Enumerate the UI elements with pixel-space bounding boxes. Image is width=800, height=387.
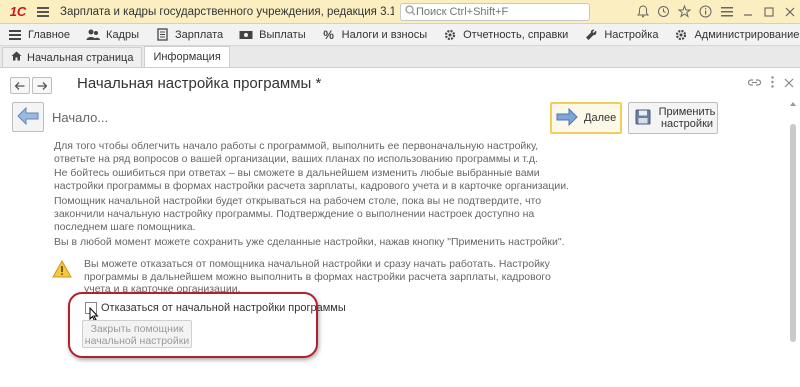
apply-settings-button[interactable]: Применить настройки: [628, 102, 718, 134]
percent-icon: %: [323, 27, 334, 42]
tab-information[interactable]: Информация: [144, 46, 230, 67]
people-icon: [86, 29, 101, 41]
menu-item-reports[interactable]: Отчетность, справки: [435, 24, 576, 46]
main-menu-icon[interactable]: [32, 1, 54, 23]
home-icon: [11, 51, 22, 64]
menu-item-administration[interactable]: Администрирование: [666, 24, 800, 46]
search-input[interactable]: [416, 5, 576, 18]
open-tabs-bar: Начальная страница Информация: [0, 46, 800, 68]
save-paragraph: Вы в любой момент можете сохранить уже с…: [54, 236, 565, 248]
menu-item-label: Кадры: [106, 28, 139, 41]
app-logo: 1С: [9, 4, 27, 19]
desktop-paragraph: Помощник начальной настройки будет откры…: [54, 195, 542, 233]
admin-gear-icon: [674, 29, 688, 41]
settings-menu-icon[interactable]: [716, 1, 737, 23]
menu-item-label: Выплаты: [259, 28, 306, 41]
scroll-up-arrow-icon[interactable]: [790, 102, 796, 106]
wizard-back-button[interactable]: [12, 102, 44, 132]
mistake-paragraph: Не бойтесь ошибиться при ответах – вы см…: [54, 167, 570, 192]
menu-item-salary[interactable]: Зарплата: [147, 24, 231, 46]
link-icon[interactable]: [747, 76, 762, 91]
arrow-right-icon: [37, 79, 48, 93]
menu-item-payments[interactable]: Выплаты: [231, 24, 313, 46]
vertical-scrollbar[interactable]: [788, 100, 798, 387]
menu-item-personnel[interactable]: Кадры: [78, 24, 147, 46]
menu-item-main[interactable]: Главное: [0, 24, 78, 46]
title-bar: 1С Зарплата и кадры государственного учр…: [0, 0, 800, 24]
close-icon[interactable]: [779, 1, 800, 23]
next-button[interactable]: Далее: [550, 102, 622, 134]
warning-text: Вы можете отказаться от помощника началь…: [84, 258, 551, 295]
info-icon[interactable]: [695, 1, 716, 23]
form-title: Начальная настройка программы *: [77, 75, 322, 92]
maximize-icon[interactable]: [758, 1, 779, 23]
menu-item-taxes[interactable]: % Налоги и взносы: [314, 24, 436, 46]
forward-nav-button[interactable]: [32, 77, 52, 94]
money-icon: [239, 30, 253, 40]
warning-icon: [52, 259, 72, 278]
back-nav-button[interactable]: [10, 77, 30, 94]
menu-item-label: Налоги и взносы: [341, 28, 428, 41]
menu-item-label: Главное: [28, 28, 71, 41]
section-menu: Главное Кадры Зарплата Выплаты % Налоги …: [0, 24, 800, 46]
tab-label: Начальная страница: [27, 51, 134, 64]
blue-arrow-left-icon: [17, 106, 39, 128]
hamburger-icon: [8, 29, 22, 40]
save-disk-icon: [635, 109, 651, 128]
more-options-icon[interactable]: [771, 76, 774, 91]
scroll-thumb[interactable]: [790, 124, 796, 342]
document-icon: [155, 28, 169, 41]
wrench-icon: [584, 29, 598, 41]
apply-settings-label: Применить настройки: [658, 106, 716, 130]
menu-item-label: Настройка: [604, 28, 659, 41]
bell-icon[interactable]: [632, 1, 653, 23]
step-title: Начало...: [52, 110, 109, 125]
star-icon[interactable]: [674, 1, 695, 23]
tab-label: Информация: [153, 51, 221, 63]
app-title: Зарплата и кадры государственного учрежд…: [60, 5, 394, 18]
minimize-icon[interactable]: [737, 1, 758, 23]
blue-arrow-right-icon: [556, 107, 578, 129]
intro-paragraph: Для того чтобы облегчить начало работы с…: [54, 140, 539, 165]
next-button-label: Далее: [584, 112, 617, 124]
arrow-left-icon: [14, 79, 25, 93]
form-close-icon[interactable]: [784, 76, 794, 91]
menu-item-label: Отчетность, справки: [463, 28, 569, 41]
menu-item-settings[interactable]: Настройка: [576, 24, 666, 46]
search-icon: [405, 4, 416, 19]
wizard-content: Начало... Далее Применить настройки Для …: [10, 100, 788, 387]
search-box[interactable]: [400, 2, 590, 21]
gear-icon: [443, 29, 457, 41]
history-icon[interactable]: [653, 1, 674, 23]
menu-item-label: Зарплата: [175, 28, 224, 41]
menu-item-label: Администрирование: [694, 28, 800, 41]
highlight-annotation: [68, 292, 318, 358]
tab-home[interactable]: Начальная страница: [2, 47, 143, 67]
